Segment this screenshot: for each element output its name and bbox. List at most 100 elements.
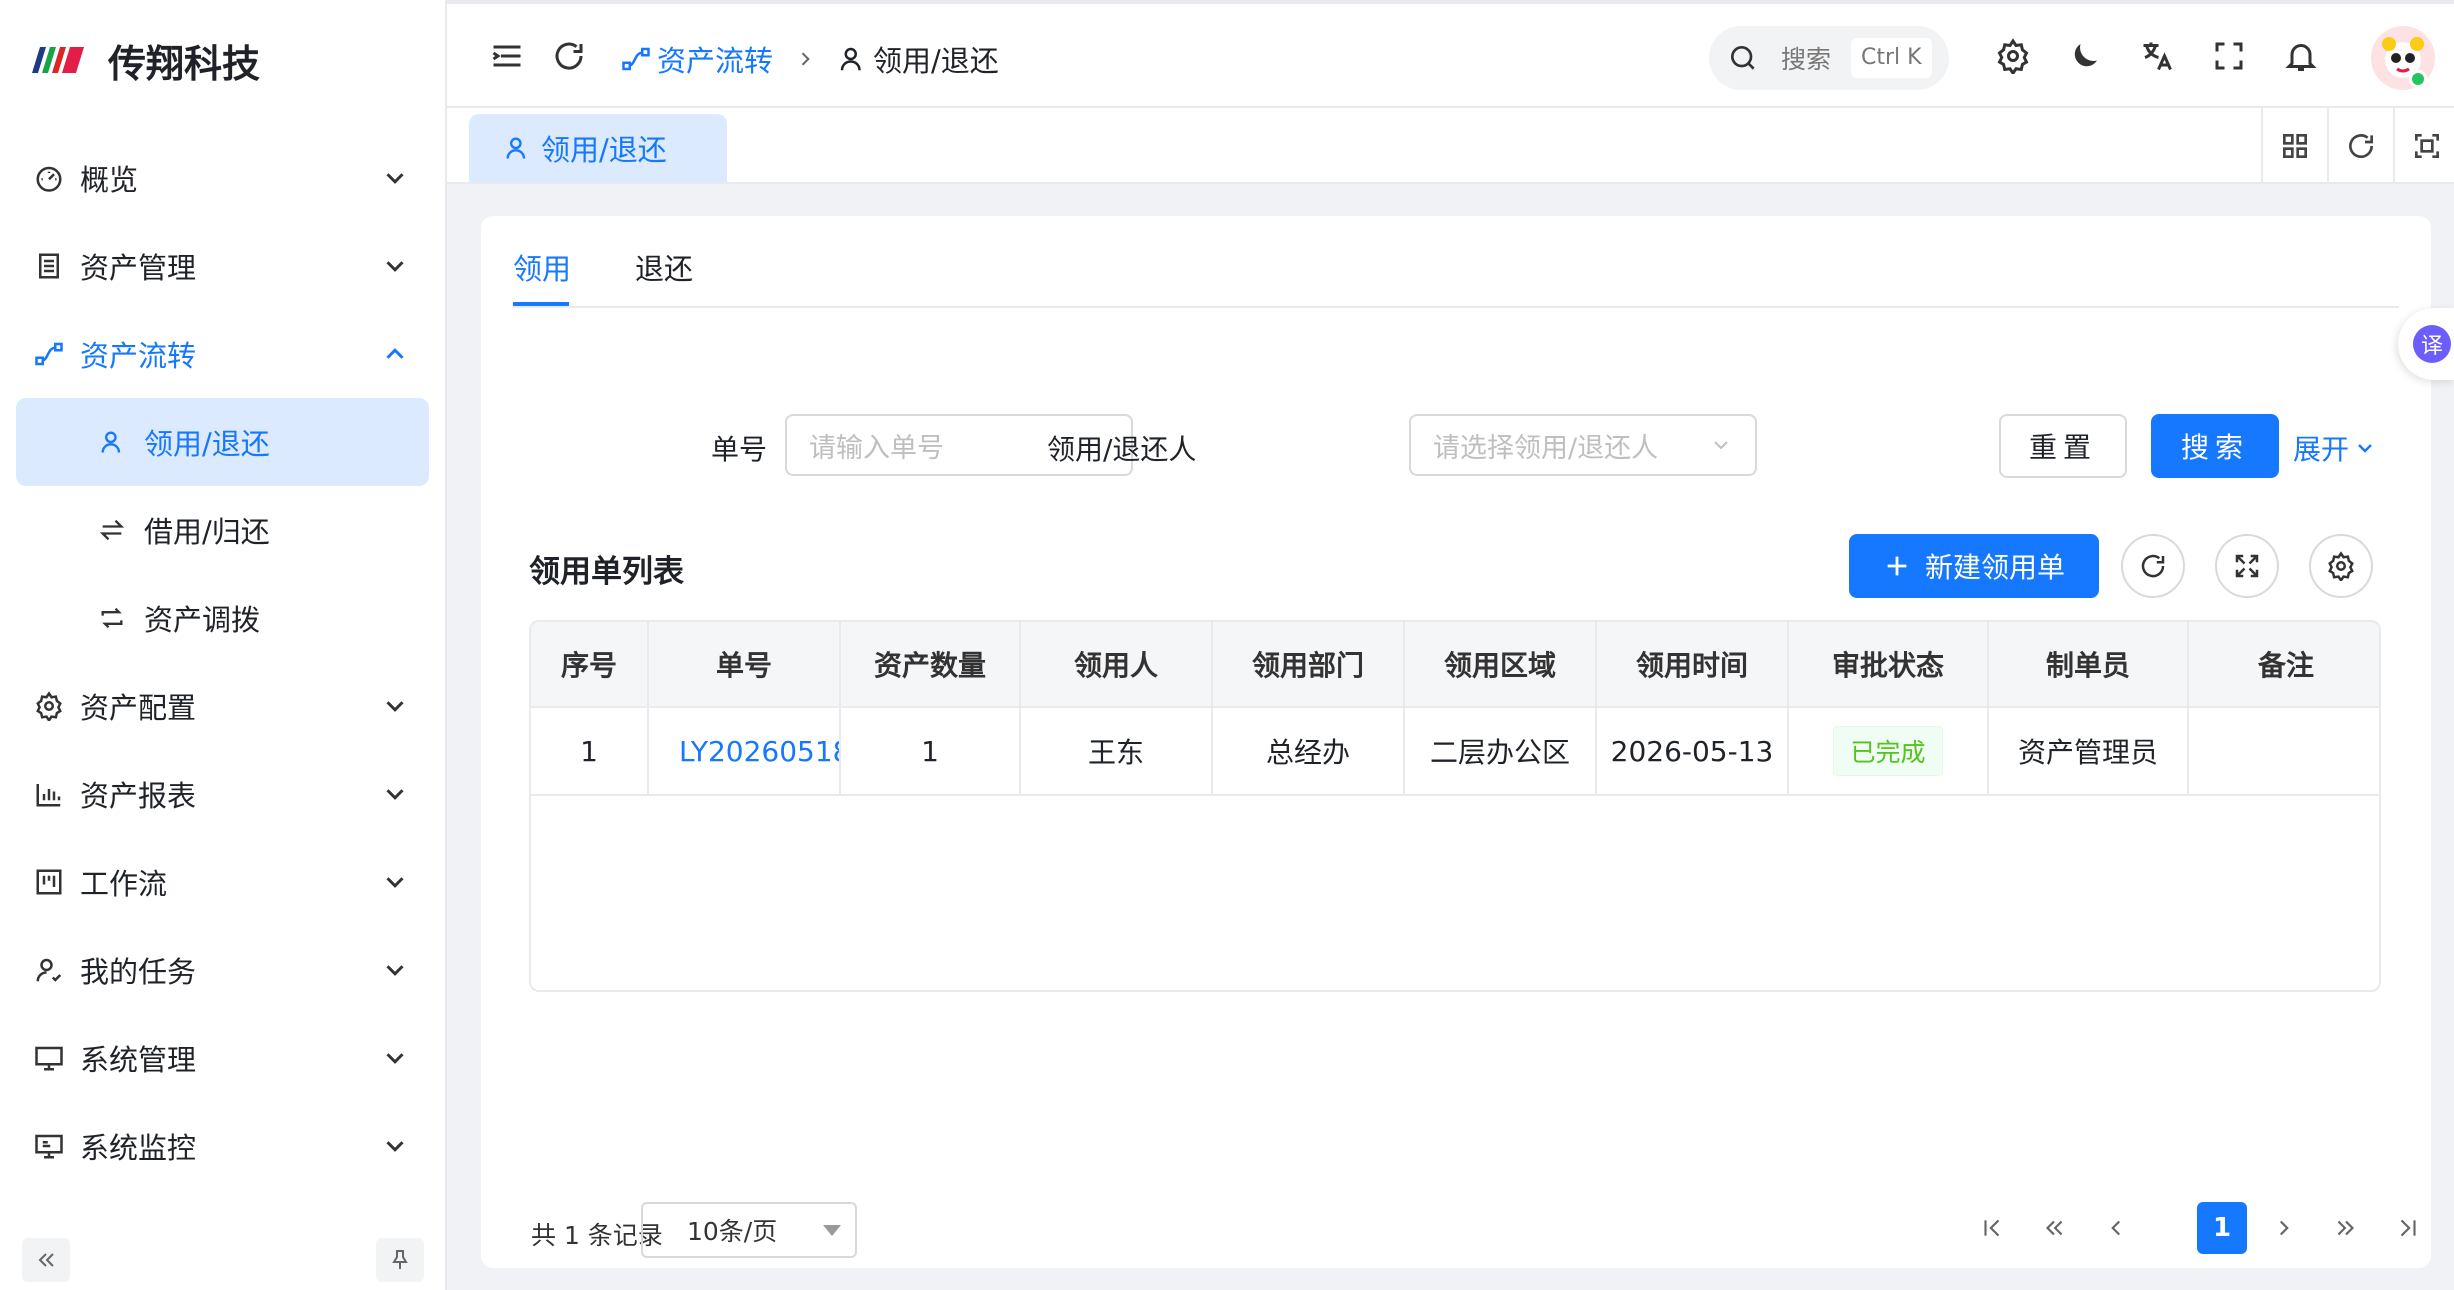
page-tab-receive-return[interactable]: 领用/退还 xyxy=(469,114,727,182)
tab-refresh-button[interactable] xyxy=(2327,108,2393,184)
sidebar-item-label: 借用/归还 xyxy=(144,515,270,549)
main-content: 领用 退还 单号 请输入单号 领用/退还人 请选择领用/退还人 重置 搜索 展开… xyxy=(447,184,2454,1290)
sidebar-item-label: 资产调拨 xyxy=(144,603,261,637)
column-header[interactable]: 审批状态 xyxy=(1789,622,1989,706)
swap-icon xyxy=(99,519,125,541)
cell-number-link[interactable]: LY20260518 xyxy=(649,708,841,794)
sidebar-item-label: 资产管理 xyxy=(80,251,197,285)
sidebar-item-system-management[interactable]: 系统管理 xyxy=(0,1014,445,1102)
chevron-down-icon xyxy=(386,1053,404,1064)
search-button[interactable]: 搜索 xyxy=(2151,414,2279,478)
gear-icon[interactable] xyxy=(1995,38,2031,74)
sidebar-item-asset-config[interactable]: 资产配置 xyxy=(0,662,445,750)
person-select[interactable]: 请选择领用/退还人 xyxy=(1409,414,1757,476)
pin-sidebar-button[interactable] xyxy=(376,1238,424,1282)
sidebar-item-workflow[interactable]: 工作流 xyxy=(0,838,445,926)
prev-page-button[interactable] xyxy=(2091,1202,2141,1254)
tab-active-indicator xyxy=(513,302,569,306)
search-shortcut: Ctrl K xyxy=(1851,38,1932,78)
sidebar-item-label: 领用/退还 xyxy=(144,427,270,461)
global-search[interactable]: 搜索 Ctrl K xyxy=(1709,26,1949,90)
chevron-down-icon xyxy=(1714,441,1728,450)
sidebar-item-system-monitoring[interactable]: 系统监控 xyxy=(0,1102,445,1190)
sidebar-item-label: 系统监控 xyxy=(80,1131,197,1165)
person-placeholder: 请选择领用/退还人 xyxy=(1433,432,1659,464)
menu-toggle-icon[interactable] xyxy=(489,38,525,74)
sidebar-item-asset-reports[interactable]: 资产报表 xyxy=(0,750,445,838)
cell-creator: 资产管理员 xyxy=(1989,708,2189,794)
logo[interactable]: 传翔科技 xyxy=(26,30,260,90)
cell-recipient: 王东 xyxy=(1021,708,1213,794)
moon-icon[interactable] xyxy=(2067,38,2103,74)
column-header[interactable]: 备注 xyxy=(2189,622,2379,706)
column-header[interactable]: 领用区域 xyxy=(1405,622,1597,706)
chevron-down-icon xyxy=(386,789,404,800)
double-chevron-left-icon xyxy=(38,1253,54,1267)
translate-icon[interactable] xyxy=(2139,38,2175,74)
page-tab-bar: 领用/退还 xyxy=(447,108,2454,184)
page-tab-label: 领用/退还 xyxy=(541,133,667,167)
sidebar-item-my-tasks[interactable]: 我的任务 xyxy=(0,926,445,1014)
table-refresh-button[interactable] xyxy=(2121,534,2185,598)
cell-status: 已完成 xyxy=(1789,708,1989,794)
gear-icon xyxy=(36,691,62,721)
jump-back-button[interactable] xyxy=(2029,1202,2079,1254)
expand-arrows-icon xyxy=(2235,554,2259,578)
fullscreen-icon[interactable] xyxy=(2211,38,2247,74)
tab-grid-button[interactable] xyxy=(2261,108,2327,184)
grid-icon xyxy=(2283,134,2307,158)
column-header[interactable]: 单号 xyxy=(649,622,841,706)
breadcrumb-label: 领用/退还 xyxy=(873,44,999,78)
jump-forward-button[interactable] xyxy=(2321,1202,2371,1254)
column-header[interactable]: 资产数量 xyxy=(841,622,1021,706)
kanban-icon xyxy=(36,869,62,895)
chevron-down-icon xyxy=(386,261,404,272)
column-header[interactable]: 序号 xyxy=(531,622,649,706)
bell-icon[interactable] xyxy=(2283,38,2319,74)
sidebar-subitem-receive-return[interactable]: 领用/退还 xyxy=(16,398,429,486)
new-receipt-button[interactable]: 新建领用单 xyxy=(1849,534,2099,598)
refresh-icon[interactable] xyxy=(551,38,587,74)
user-icon xyxy=(840,47,861,71)
column-header[interactable]: 领用人 xyxy=(1021,622,1213,706)
table-settings-button[interactable] xyxy=(2309,534,2373,598)
chevron-left-icon xyxy=(2111,1220,2121,1236)
tab-maximize-button[interactable] xyxy=(2393,108,2454,184)
sidebar-item-overview[interactable]: 概览 xyxy=(0,134,445,222)
translate-badge: 译 xyxy=(2413,325,2451,363)
sidebar-subitem-borrow-return[interactable]: 借用/归还 xyxy=(16,486,429,574)
sidebar-subitem-asset-transfer[interactable]: 资产调拨 xyxy=(16,574,429,662)
sidebar-item-asset-management[interactable]: 资产管理 xyxy=(0,222,445,310)
next-page-button[interactable] xyxy=(2259,1202,2309,1254)
table-row[interactable]: 1 LY20260518 1 王东 总经办 二层办公区 2026-05-13 已… xyxy=(531,708,2379,796)
last-page-button[interactable] xyxy=(2383,1202,2433,1254)
content-card: 领用 退还 单号 请输入单号 领用/退还人 请选择领用/退还人 重置 搜索 展开… xyxy=(481,216,2431,1268)
reset-button[interactable]: 重置 xyxy=(1999,414,2127,478)
number-label: 单号 xyxy=(711,433,768,466)
cell-index: 1 xyxy=(531,708,649,794)
column-header[interactable]: 领用时间 xyxy=(1597,622,1789,706)
collapse-sidebar-button[interactable] xyxy=(22,1238,70,1282)
double-chevron-left-icon xyxy=(2045,1220,2063,1236)
sidebar-item-label: 我的任务 xyxy=(80,955,197,989)
cell-date: 2026-05-13 xyxy=(1597,708,1789,794)
chevron-down-icon xyxy=(386,173,404,184)
last-page-icon xyxy=(2400,1219,2416,1237)
page-size-select[interactable]: 10条/页 xyxy=(641,1202,857,1258)
tab-return[interactable]: 退还 xyxy=(635,246,693,288)
new-receipt-label: 新建领用单 xyxy=(1924,551,2065,584)
breadcrumb-asset-flow[interactable]: 资产流转 xyxy=(621,38,773,80)
column-header[interactable]: 制单员 xyxy=(1989,622,2189,706)
page-number-current[interactable]: 1 xyxy=(2197,1202,2247,1254)
table-fullscreen-button[interactable] xyxy=(2215,534,2279,598)
first-page-button[interactable] xyxy=(1967,1202,2017,1254)
chevron-down-icon xyxy=(2358,444,2372,453)
number-placeholder: 请输入单号 xyxy=(809,432,944,464)
column-header[interactable]: 领用部门 xyxy=(1213,622,1405,706)
plus-icon xyxy=(1887,556,1907,576)
sidebar-item-asset-flow[interactable]: 资产流转 xyxy=(0,310,445,398)
tab-receive[interactable]: 领用 xyxy=(513,246,571,288)
gear-icon xyxy=(2328,551,2354,581)
expand-filters-link[interactable]: 展开 xyxy=(2293,428,2377,468)
transfer-icon xyxy=(101,607,123,629)
